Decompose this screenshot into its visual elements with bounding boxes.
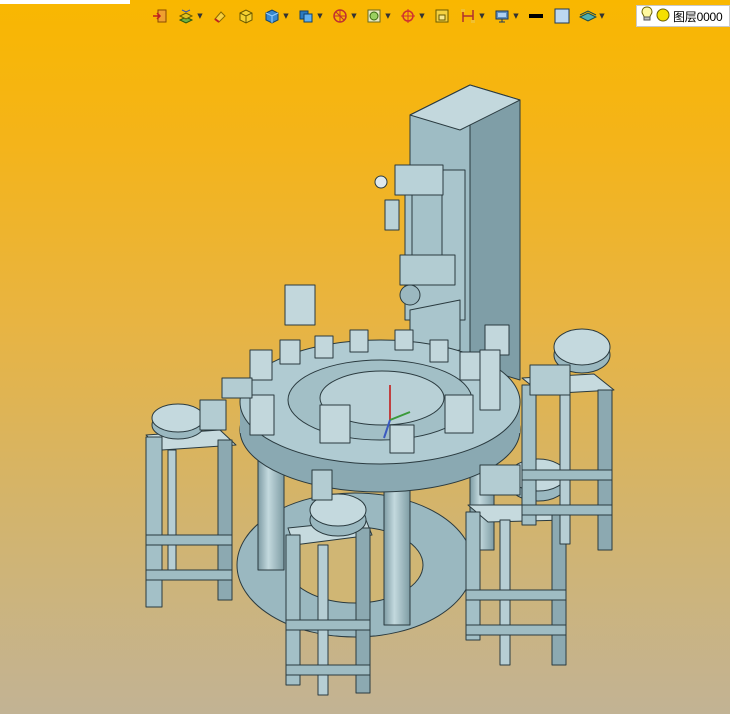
solid-cube-icon[interactable] <box>262 6 282 26</box>
zoom-fit-icon[interactable] <box>364 6 384 26</box>
exit-icon[interactable] <box>150 6 170 26</box>
snap-point-icon[interactable] <box>398 6 418 26</box>
left-feeder-stand <box>145 377 253 608</box>
current-layer-name: 图层0000 <box>673 9 723 24</box>
shaded-box-icon[interactable] <box>236 6 256 26</box>
eraser-icon[interactable] <box>210 6 230 26</box>
right-front-feeder-stand <box>465 458 567 666</box>
layer-plane-icon[interactable] <box>578 6 598 26</box>
layer-color-swatch[interactable] <box>656 7 670 26</box>
assembly-model[interactable] <box>0 0 730 714</box>
chevron-down-icon[interactable]: ▼ <box>384 6 392 26</box>
right-back-feeder-stand <box>521 328 615 551</box>
line-color-icon[interactable] <box>526 6 546 26</box>
chevron-down-icon[interactable]: ▼ <box>598 6 606 26</box>
view-toolbar: ▼ ▼ ▼ ▼ ▼ ▼ ▼ ▼ ▼ <box>150 4 606 28</box>
display-style-icon[interactable] <box>296 6 316 26</box>
section-icon[interactable] <box>458 6 478 26</box>
frame-icon[interactable] <box>432 6 452 26</box>
chevron-down-icon[interactable]: ▼ <box>282 6 290 26</box>
chevron-down-icon[interactable]: ▼ <box>418 6 426 26</box>
layer-selector[interactable]: 图层0000 <box>636 5 730 27</box>
light-bulb-icon[interactable] <box>641 6 653 26</box>
face-color-icon[interactable] <box>552 6 572 26</box>
view-orient-icon[interactable] <box>330 6 350 26</box>
layer-manager-icon[interactable] <box>176 6 196 26</box>
3d-viewport[interactable]: ▼ ▼ ▼ ▼ ▼ ▼ ▼ ▼ ▼ 图层0000 <box>0 0 730 714</box>
chevron-down-icon[interactable]: ▼ <box>350 6 358 26</box>
render-settings-icon[interactable] <box>492 6 512 26</box>
chevron-down-icon[interactable]: ▼ <box>316 6 324 26</box>
chevron-down-icon[interactable]: ▼ <box>478 6 486 26</box>
chevron-down-icon[interactable]: ▼ <box>512 6 520 26</box>
chevron-down-icon[interactable]: ▼ <box>196 6 204 26</box>
